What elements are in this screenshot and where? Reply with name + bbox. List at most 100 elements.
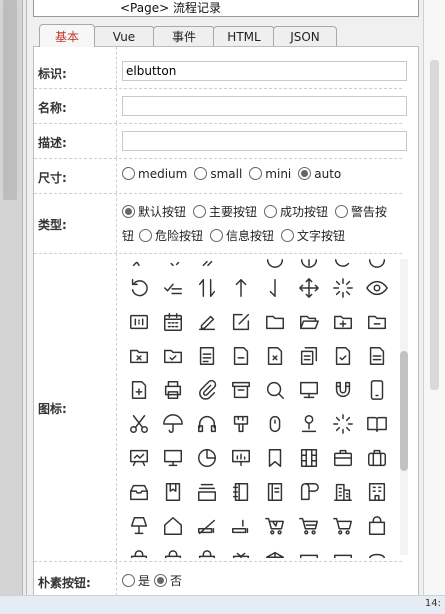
coordinate-icon[interactable] [292, 407, 326, 441]
edit-outline-icon[interactable] [224, 305, 258, 339]
attract-icon[interactable] [326, 373, 360, 407]
headset-icon[interactable] [190, 407, 224, 441]
shopping-bag-2-icon[interactable] [122, 543, 156, 558]
identifier-input[interactable]: elbutton [122, 61, 407, 81]
page-scrollbar[interactable] [423, 0, 445, 595]
box-icon[interactable] [258, 543, 292, 558]
house-icon[interactable] [156, 509, 190, 543]
document-delete-icon[interactable] [258, 339, 292, 373]
icon-grid-scrollbar[interactable] [400, 259, 408, 555]
shopping-bag-1-icon[interactable] [360, 509, 394, 543]
c-scale-to-original-icon[interactable] [122, 305, 156, 339]
notebook-1-icon[interactable] [224, 475, 258, 509]
size-option-small[interactable]: small [194, 167, 242, 181]
size-option-mini[interactable]: mini [249, 167, 291, 181]
school-icon[interactable] [360, 475, 394, 509]
finished-icon[interactable] [156, 271, 190, 305]
folder-icon[interactable] [258, 305, 292, 339]
tab-html[interactable]: HTML [213, 26, 275, 47]
refresh-left-icon[interactable] [122, 271, 156, 305]
data-line-icon[interactable] [122, 441, 156, 475]
tickets-icon[interactable] [190, 339, 224, 373]
page-scroll-thumb[interactable] [430, 60, 439, 390]
icon-grid-scroll-thumb[interactable] [400, 351, 408, 471]
money-icon[interactable] [326, 543, 360, 558]
plain-option-yes[interactable]: 是 [122, 574, 150, 588]
document-checked-icon[interactable] [326, 339, 360, 373]
present-icon[interactable] [224, 543, 258, 558]
magic-stick-icon[interactable] [326, 407, 360, 441]
document-add-icon[interactable] [122, 373, 156, 407]
collection-tag-icon[interactable] [258, 441, 292, 475]
view-icon[interactable] [360, 271, 394, 305]
search-icon[interactable] [258, 373, 292, 407]
files-icon[interactable] [190, 475, 224, 509]
collection-icon[interactable] [156, 475, 190, 509]
plain-option-no[interactable]: 否 [154, 574, 182, 588]
size-option-medium[interactable]: medium [122, 167, 187, 181]
sell-icon[interactable] [190, 543, 224, 558]
left-pane-scrollbar[interactable] [0, 0, 23, 595]
scissors-icon[interactable] [122, 407, 156, 441]
pie-chart-icon[interactable] [190, 441, 224, 475]
data-analysis-icon[interactable] [224, 441, 258, 475]
monitor-icon[interactable] [292, 373, 326, 407]
size-option-auto[interactable]: auto [298, 167, 341, 181]
brush-icon[interactable] [224, 407, 258, 441]
sold-out-icon[interactable] [156, 543, 190, 558]
mouse-icon[interactable] [258, 407, 292, 441]
reading-icon[interactable] [360, 407, 394, 441]
takeaway-box-icon[interactable] [224, 373, 258, 407]
left-scroll-thumb[interactable] [3, 0, 17, 200]
toilet-paper-icon[interactable] [292, 475, 326, 509]
top-icon[interactable] [224, 271, 258, 305]
folder-checked-icon[interactable] [156, 339, 190, 373]
loading-icon[interactable] [326, 271, 360, 305]
suitcase-icon[interactable] [326, 441, 360, 475]
umbrella-icon[interactable] [156, 407, 190, 441]
date-icon[interactable] [156, 305, 190, 339]
folder-remove-icon[interactable] [360, 305, 394, 339]
folder-add-icon[interactable] [326, 305, 360, 339]
bottom-icon[interactable] [258, 271, 292, 305]
description-input[interactable] [122, 131, 407, 151]
type-option-danger[interactable]: 危险按钮 [139, 229, 203, 243]
shopping-cart-1-icon[interactable] [292, 509, 326, 543]
type-option-info[interactable]: 信息按钮 [210, 229, 274, 243]
tab-events[interactable]: 事件 [153, 26, 215, 47]
no-smoking-icon[interactable] [190, 509, 224, 543]
shopping-cart-full-icon[interactable] [258, 509, 292, 543]
table-lamp-icon[interactable] [122, 509, 156, 543]
data-board-icon[interactable] [156, 441, 190, 475]
smoking-icon[interactable] [224, 509, 258, 543]
name-input[interactable] [122, 96, 407, 116]
film-icon[interactable] [292, 441, 326, 475]
document-remove-icon[interactable] [224, 339, 258, 373]
type-option-primary[interactable]: 主要按钮 [193, 205, 257, 219]
printer-icon[interactable] [156, 373, 190, 407]
type-option-warning[interactable]: 警告按 [335, 205, 387, 219]
mobile-icon[interactable] [360, 373, 394, 407]
suitcase-1-icon[interactable] [360, 441, 394, 475]
rank-icon[interactable] [292, 271, 326, 305]
type-option-default[interactable]: 默认按钮 [122, 205, 186, 219]
folder-opened-icon[interactable] [292, 305, 326, 339]
type-option-warning-wrap[interactable]: 钮 [122, 229, 134, 243]
paperclip-icon[interactable] [190, 373, 224, 407]
edit-icon[interactable] [190, 305, 224, 339]
coin-icon[interactable] [360, 543, 394, 558]
document-copy-icon[interactable] [292, 339, 326, 373]
receiving-icon[interactable] [122, 475, 156, 509]
folder-delete-icon[interactable] [122, 339, 156, 373]
tab-json[interactable]: JSON [273, 26, 337, 47]
type-option-success[interactable]: 成功按钮 [264, 205, 328, 219]
type-option-text[interactable]: 文字按钮 [281, 229, 345, 243]
notebook-2-icon[interactable] [258, 475, 292, 509]
tab-vue[interactable]: Vue [93, 26, 155, 47]
bank-card-icon[interactable] [292, 543, 326, 558]
tab-basic[interactable]: 基本 [39, 24, 95, 47]
sort-icon[interactable] [190, 271, 224, 305]
shopping-cart-2-icon[interactable] [326, 509, 360, 543]
office-building-icon[interactable] [326, 475, 360, 509]
document-icon[interactable] [360, 339, 394, 373]
